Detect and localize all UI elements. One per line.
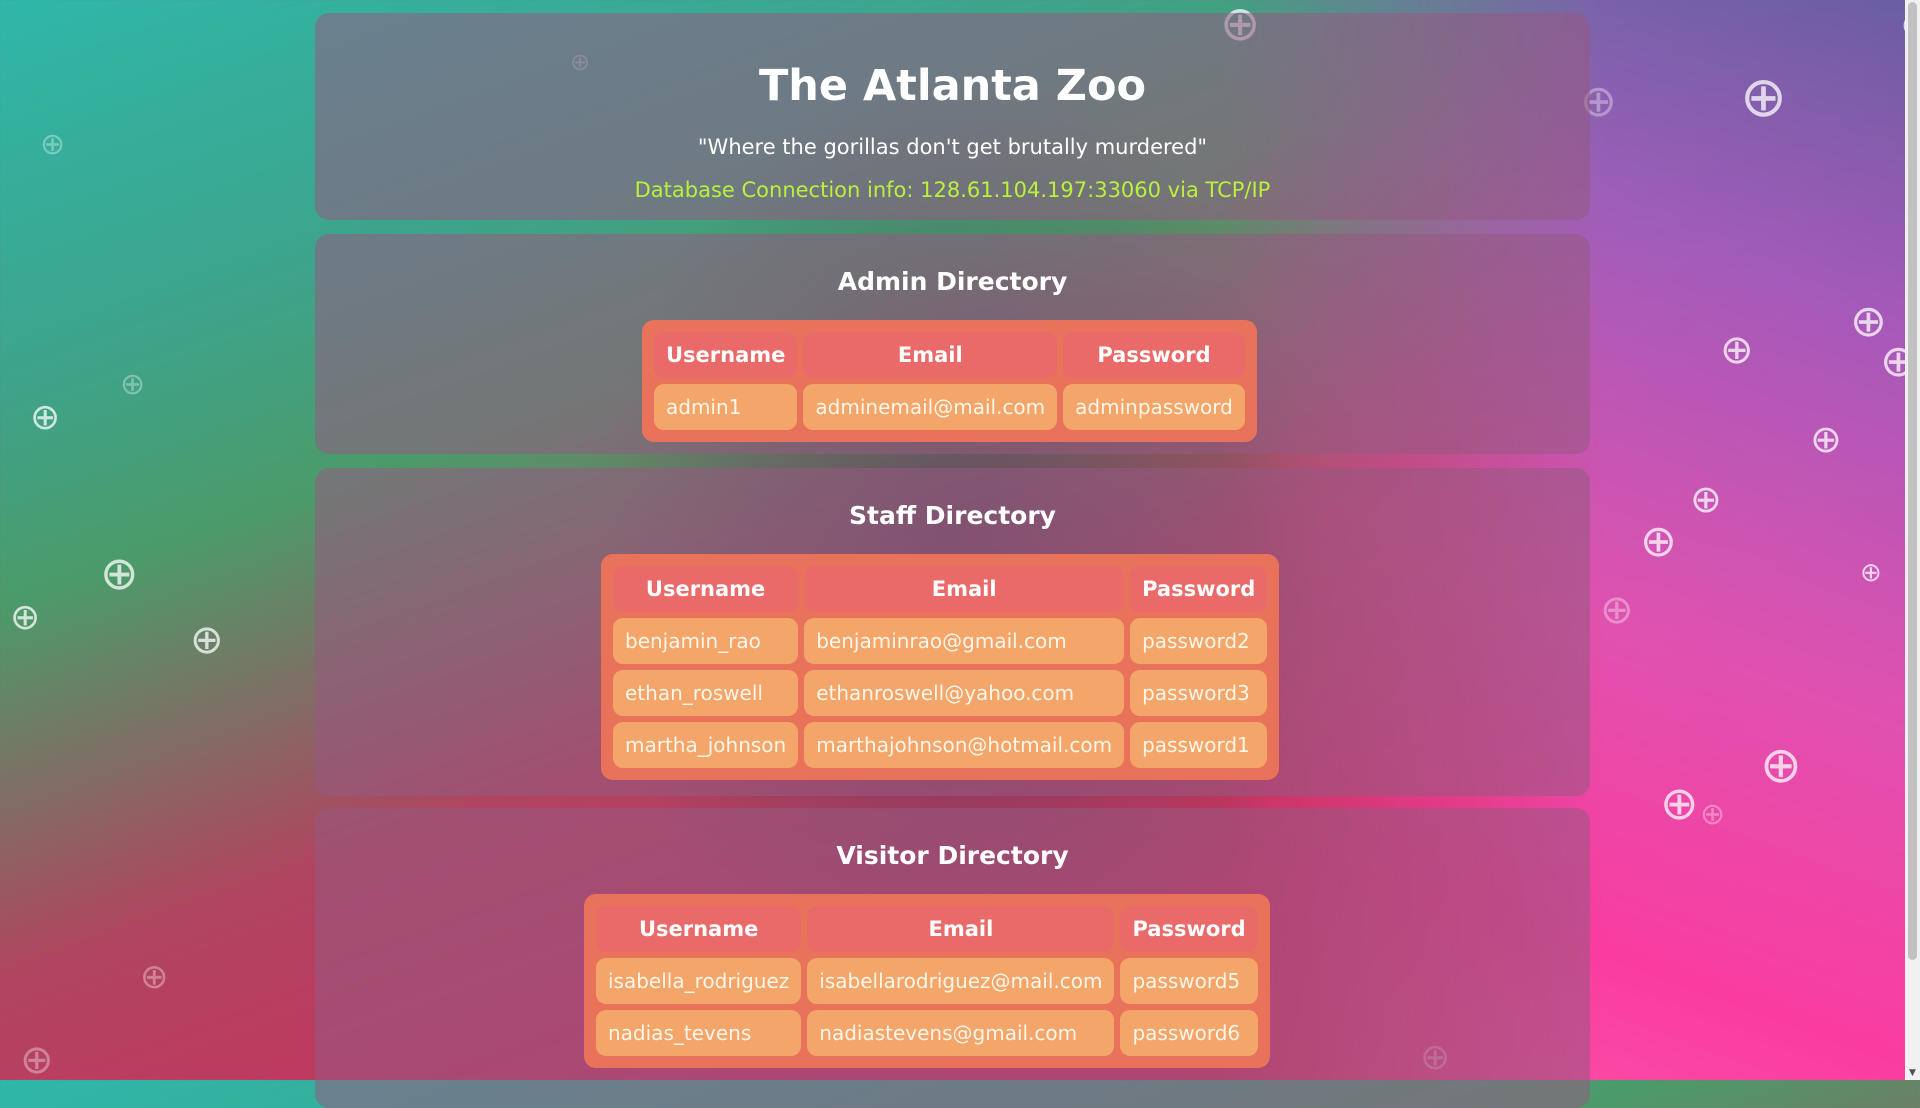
site-title: The Atlanta Zoo [758, 61, 1147, 111]
visitor-table: Username Email Password isabella_rodrigu… [590, 900, 1264, 1062]
table-row: ethan_roswell ethanroswell@yahoo.com pas… [613, 670, 1268, 716]
cell-username: nadias_tevens [596, 1010, 802, 1056]
table-row: nadias_tevens nadiastevens@gmail.com pas… [596, 1010, 1258, 1056]
cell-username: ethan_roswell [613, 670, 799, 716]
visitor-directory-title: Visitor Directory [836, 841, 1069, 870]
vertical-scrollbar[interactable]: ▲ ▼ [1905, 0, 1920, 1080]
cell-username: benjamin_rao [613, 618, 799, 664]
crosshair-circle-icon: ⊕ [100, 546, 139, 600]
admin-table: Username Email Password admin1 adminemai… [648, 326, 1251, 436]
cell-email: isabellarodriguez@mail.com [807, 958, 1115, 1004]
crosshair-circle-icon: ⊕ [40, 127, 66, 162]
table-row: martha_johnson marthajohnson@hotmail.com… [613, 722, 1268, 768]
crosshair-circle-icon: ⊕ [120, 367, 146, 402]
crosshair-circle-icon: ⊕ [10, 597, 41, 638]
cell-username: isabella_rodriguez [596, 958, 802, 1004]
staff-table-wrap: Username Email Password benjamin_rao ben… [601, 554, 1280, 780]
column-header-email: Email [807, 906, 1115, 952]
table-row: benjamin_rao benjaminrao@gmail.com passw… [613, 618, 1268, 664]
column-header-password: Password [1130, 566, 1268, 612]
cell-password: password5 [1120, 958, 1258, 1004]
crosshair-circle-icon: ⊕ [140, 957, 169, 997]
visitor-directory-panel: Visitor Directory Username Email Passwor… [315, 808, 1590, 1108]
cell-password: password3 [1130, 670, 1268, 716]
scroll-down-arrow-icon[interactable]: ▼ [1907, 1068, 1918, 1078]
cell-email: benjaminrao@gmail.com [804, 618, 1125, 664]
crosshair-circle-icon: ⊕ [190, 617, 224, 663]
cell-email: ethanroswell@yahoo.com [804, 670, 1125, 716]
column-header-username: Username [613, 566, 799, 612]
table-row: admin1 adminemail@mail.com adminpassword [654, 384, 1245, 430]
cell-password: password2 [1130, 618, 1268, 664]
cell-email: nadiastevens@gmail.com [807, 1010, 1115, 1056]
column-header-password: Password [1063, 332, 1245, 378]
admin-table-header-row: Username Email Password [654, 332, 1245, 378]
crosshair-circle-icon: ⊕ [30, 397, 61, 438]
admin-directory-title: Admin Directory [837, 267, 1068, 296]
crosshair-circle-icon: ⊕ [20, 1037, 54, 1083]
cell-username: admin1 [654, 384, 798, 430]
column-header-username: Username [596, 906, 802, 952]
column-header-username: Username [654, 332, 798, 378]
cell-email: marthajohnson@hotmail.com [804, 722, 1125, 768]
staff-directory-title: Staff Directory [849, 501, 1056, 530]
visitor-table-header-row: Username Email Password [596, 906, 1258, 952]
cell-password: adminpassword [1063, 384, 1245, 430]
column-header-password: Password [1120, 906, 1258, 952]
cell-email: adminemail@mail.com [803, 384, 1058, 430]
staff-table: Username Email Password benjamin_rao ben… [607, 560, 1273, 774]
site-slogan: "Where the gorillas don't get brutally m… [697, 135, 1208, 159]
scrollbar-thumb[interactable] [1908, 2, 1917, 960]
header-panel: The Atlanta Zoo "Where the gorillas don'… [315, 13, 1590, 220]
column-header-email: Email [803, 332, 1058, 378]
staff-table-header-row: Username Email Password [613, 566, 1268, 612]
cell-password: password6 [1120, 1010, 1258, 1056]
table-row: isabella_rodriguez isabellarodriguez@mai… [596, 958, 1258, 1004]
admin-directory-panel: Admin Directory Username Email Password … [315, 234, 1590, 454]
staff-directory-panel: Staff Directory Username Email Password … [315, 468, 1590, 796]
column-header-email: Email [804, 566, 1125, 612]
cell-username: martha_johnson [613, 722, 799, 768]
cell-password: password1 [1130, 722, 1268, 768]
database-connection-info: Database Connection info: 128.61.104.197… [634, 178, 1271, 202]
admin-table-wrap: Username Email Password admin1 adminemai… [642, 320, 1257, 442]
visitor-table-wrap: Username Email Password isabella_rodrigu… [584, 894, 1270, 1068]
